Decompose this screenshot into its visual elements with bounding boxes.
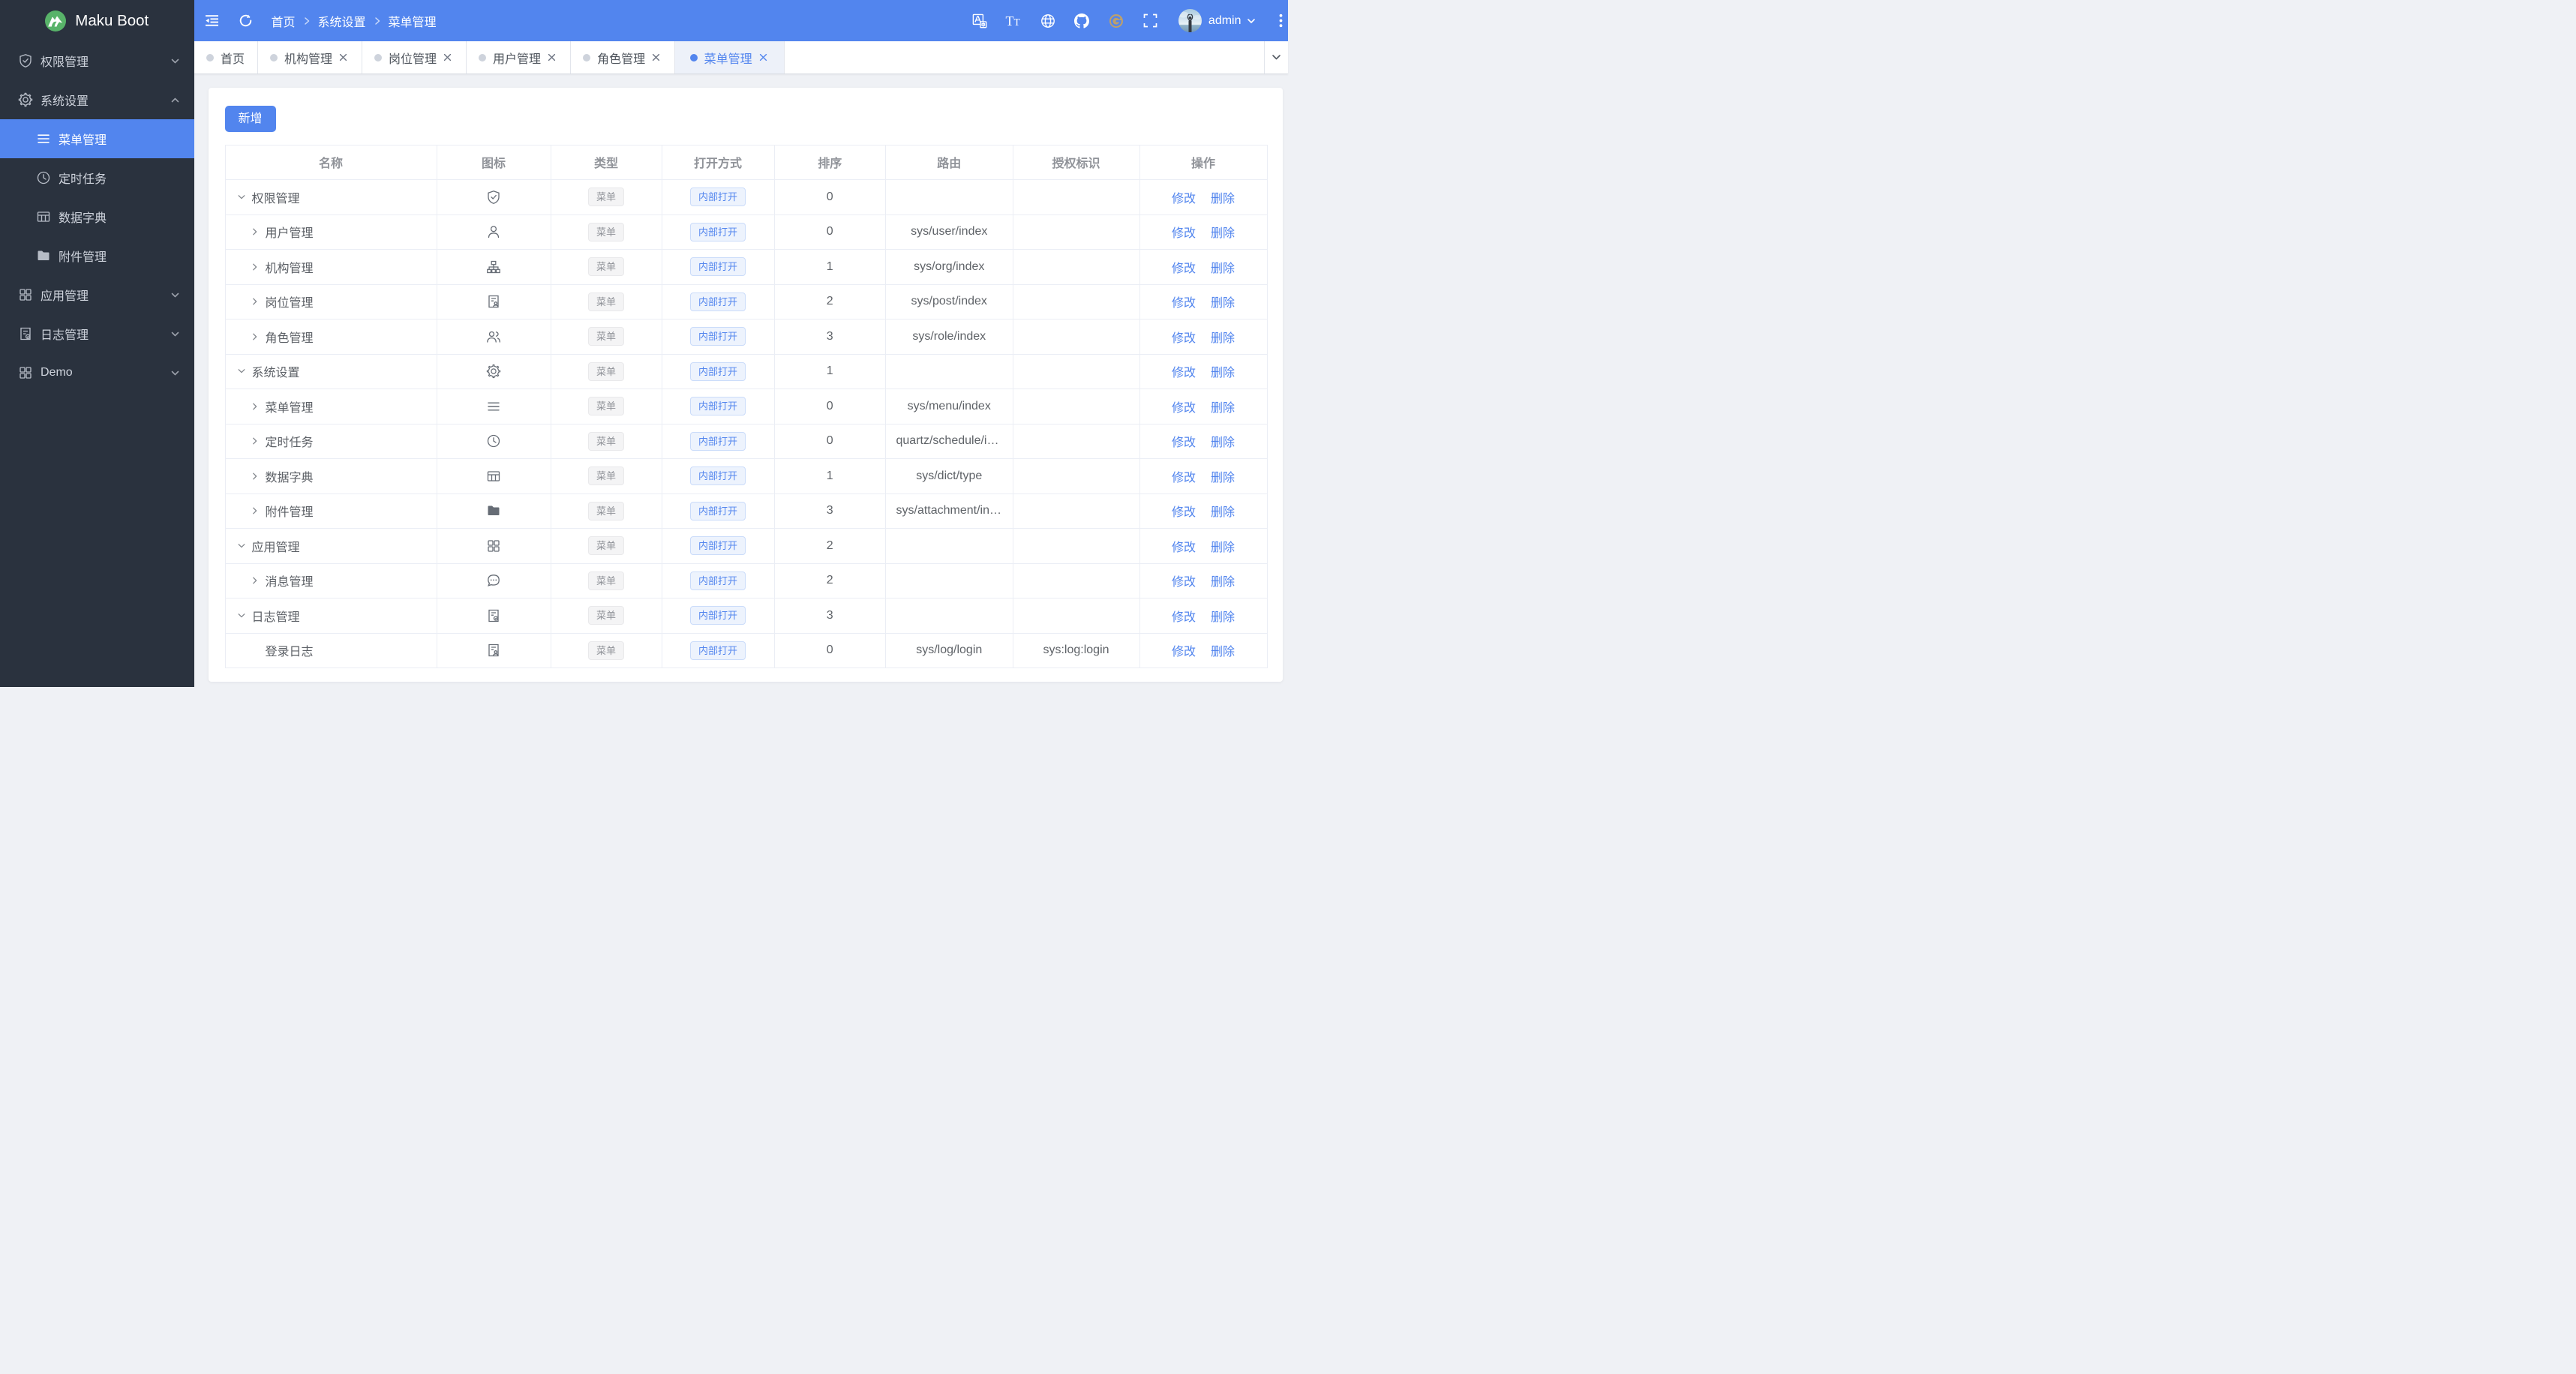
svg-text:T: T (1006, 14, 1014, 28)
svg-text:T: T (1014, 16, 1021, 28)
